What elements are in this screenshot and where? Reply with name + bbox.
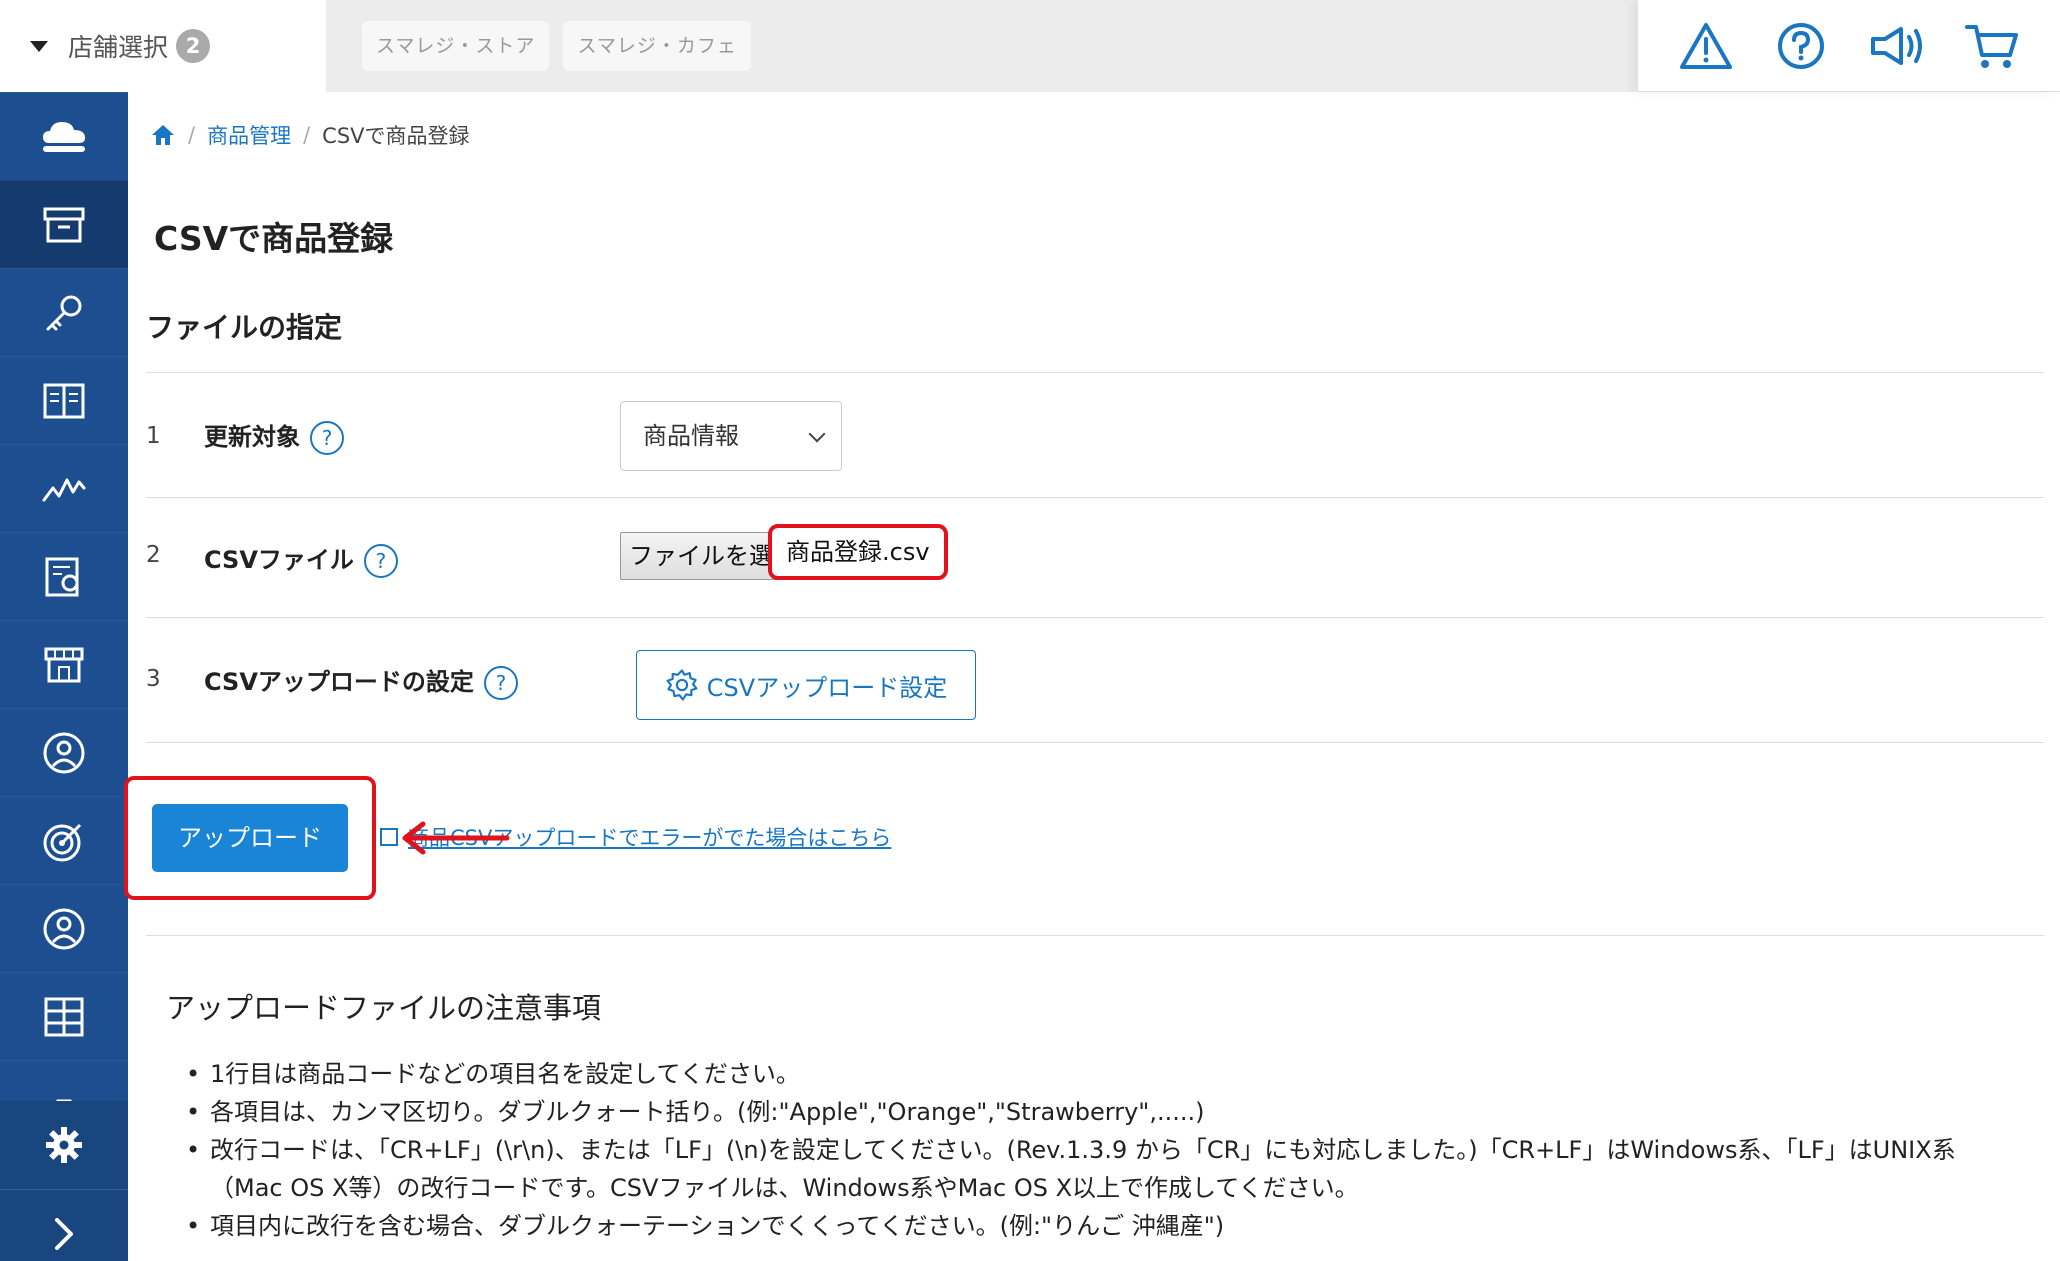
sidebar-item-ledger[interactable]: [0, 356, 128, 444]
target-icon: [43, 823, 82, 861]
list-item: 項目内に改行を含む場合、ダブルクォーテーションでくくってください。(例:"りんご…: [186, 1207, 1990, 1245]
sidebar-item-home[interactable]: [0, 92, 128, 180]
top-icons: [1638, 0, 2060, 92]
sidebar-item-store[interactable]: [0, 620, 128, 708]
upload-button[interactable]: アップロード: [152, 804, 348, 872]
storefront-icon: [44, 647, 84, 682]
breadcrumb-current: CSVで商品登録: [322, 124, 470, 148]
sidebar-item-apps[interactable]: [0, 972, 128, 1060]
csv-upload-setting-label: CSVアップロード設定: [706, 673, 948, 702]
store-count-badge: 2: [176, 29, 211, 63]
sidebar-settings[interactable]: [0, 1101, 128, 1189]
gear-icon: [666, 669, 698, 701]
help-icon[interactable]: ?: [483, 666, 518, 700]
csv-upload-setting-button[interactable]: CSVアップロード設定: [636, 650, 976, 720]
selected-file-name: 商品登録.csv: [768, 524, 948, 580]
row-label: CSVファイル?: [204, 540, 398, 578]
report-search-icon: [45, 557, 79, 596]
sidebar-item-analytics[interactable]: [0, 444, 128, 532]
red-arrow-annotation: [402, 821, 510, 855]
update-target-select[interactable]: 商品情報: [620, 401, 842, 471]
form-row-csv-upload-setting: 3 CSVアップロードの設定? CSVアップロード設定: [146, 617, 2044, 742]
caret-down-icon: [30, 40, 48, 52]
grid-icon: [44, 997, 84, 1036]
archive-box-icon: [43, 207, 85, 242]
book-icon: [43, 383, 85, 418]
top-bar: 店舗選択 2 スマレジ・ストア スマレジ・カフェ: [0, 0, 2060, 92]
home-icon[interactable]: [150, 123, 176, 147]
page-title: CSVで商品登録: [154, 219, 394, 258]
store-select-label: 店舗選択: [68, 33, 169, 62]
chevron-down-icon: [808, 425, 826, 443]
row-label: 更新対象?: [204, 417, 344, 455]
row-label-text: CSVファイル: [204, 546, 354, 574]
store-select-dropdown[interactable]: 店舗選択 2: [0, 0, 326, 92]
sidebar-item-report[interactable]: [0, 532, 128, 620]
sidebar-expand[interactable]: [0, 1189, 128, 1261]
megaphone-icon[interactable]: [1867, 16, 1927, 76]
row-number: 1: [146, 423, 161, 449]
key-icon: [46, 295, 82, 330]
row-label-text: 更新対象: [204, 423, 300, 451]
selected-stores: スマレジ・ストア スマレジ・カフェ: [326, 0, 1638, 92]
cloud-icon: [43, 121, 85, 152]
row-number: 2: [146, 542, 161, 568]
breadcrumb-product-management[interactable]: 商品管理: [207, 120, 291, 150]
row-number: 3: [146, 666, 161, 692]
cart-icon[interactable]: [1962, 16, 2022, 76]
trend-line-icon: [42, 478, 86, 501]
row-label-text: CSVアップロードの設定: [204, 668, 474, 696]
store-chip[interactable]: スマレジ・カフェ: [563, 21, 751, 71]
help-icon[interactable]: ?: [363, 544, 398, 578]
gear-icon: [46, 1127, 82, 1163]
warning-icon[interactable]: [1676, 16, 1736, 76]
sidebar-item-key[interactable]: [0, 268, 128, 356]
sidebar-item-products[interactable]: [0, 180, 128, 268]
sidebar-item-target[interactable]: [0, 796, 128, 884]
notes-list: 1行目は商品コードなどの項目名を設定してください。 各項目は、カンマ区切り。ダブ…: [186, 1055, 1990, 1245]
list-item: 1行目は商品コードなどの項目名を設定してください。: [186, 1055, 1990, 1093]
section-title: ファイルの指定: [146, 311, 343, 344]
help-icon[interactable]: ?: [310, 421, 344, 455]
update-target-value: 商品情報: [643, 422, 739, 450]
form-row-divider: [146, 742, 2044, 743]
sidebar-item-staff[interactable]: [0, 708, 128, 796]
help-circle-icon[interactable]: [1771, 16, 1831, 76]
breadcrumb: / 商品管理 / CSVで商品登録: [150, 120, 470, 150]
form-row-csv-file: 2 CSVファイル? ファイルを選択 商品登録.csv: [146, 497, 2044, 617]
breadcrumb-separator: /: [188, 123, 196, 147]
section-divider: [146, 935, 2044, 936]
breadcrumb-separator: /: [303, 123, 311, 147]
form-row-update-target: 1 更新対象? 商品情報: [146, 372, 2044, 497]
list-item: 各項目は、カンマ区切り。ダブルクォート括り。(例:"Apple","Orange…: [186, 1093, 1990, 1131]
store-chip[interactable]: スマレジ・ストア: [362, 21, 550, 71]
list-item: 改行コードは、「CR+LF」(\r\n)、または「LF」(\n)を設定してくださ…: [186, 1131, 1990, 1207]
notes-title: アップロードファイルの注意事項: [166, 991, 602, 1025]
chevron-right-icon: [55, 1217, 73, 1250]
user-circle-icon: [43, 908, 85, 949]
user-circle-icon: [43, 732, 85, 773]
sidebar-item-customer[interactable]: [0, 884, 128, 972]
sidebar: [0, 92, 128, 1261]
row-label: CSVアップロードの設定?: [204, 662, 518, 700]
